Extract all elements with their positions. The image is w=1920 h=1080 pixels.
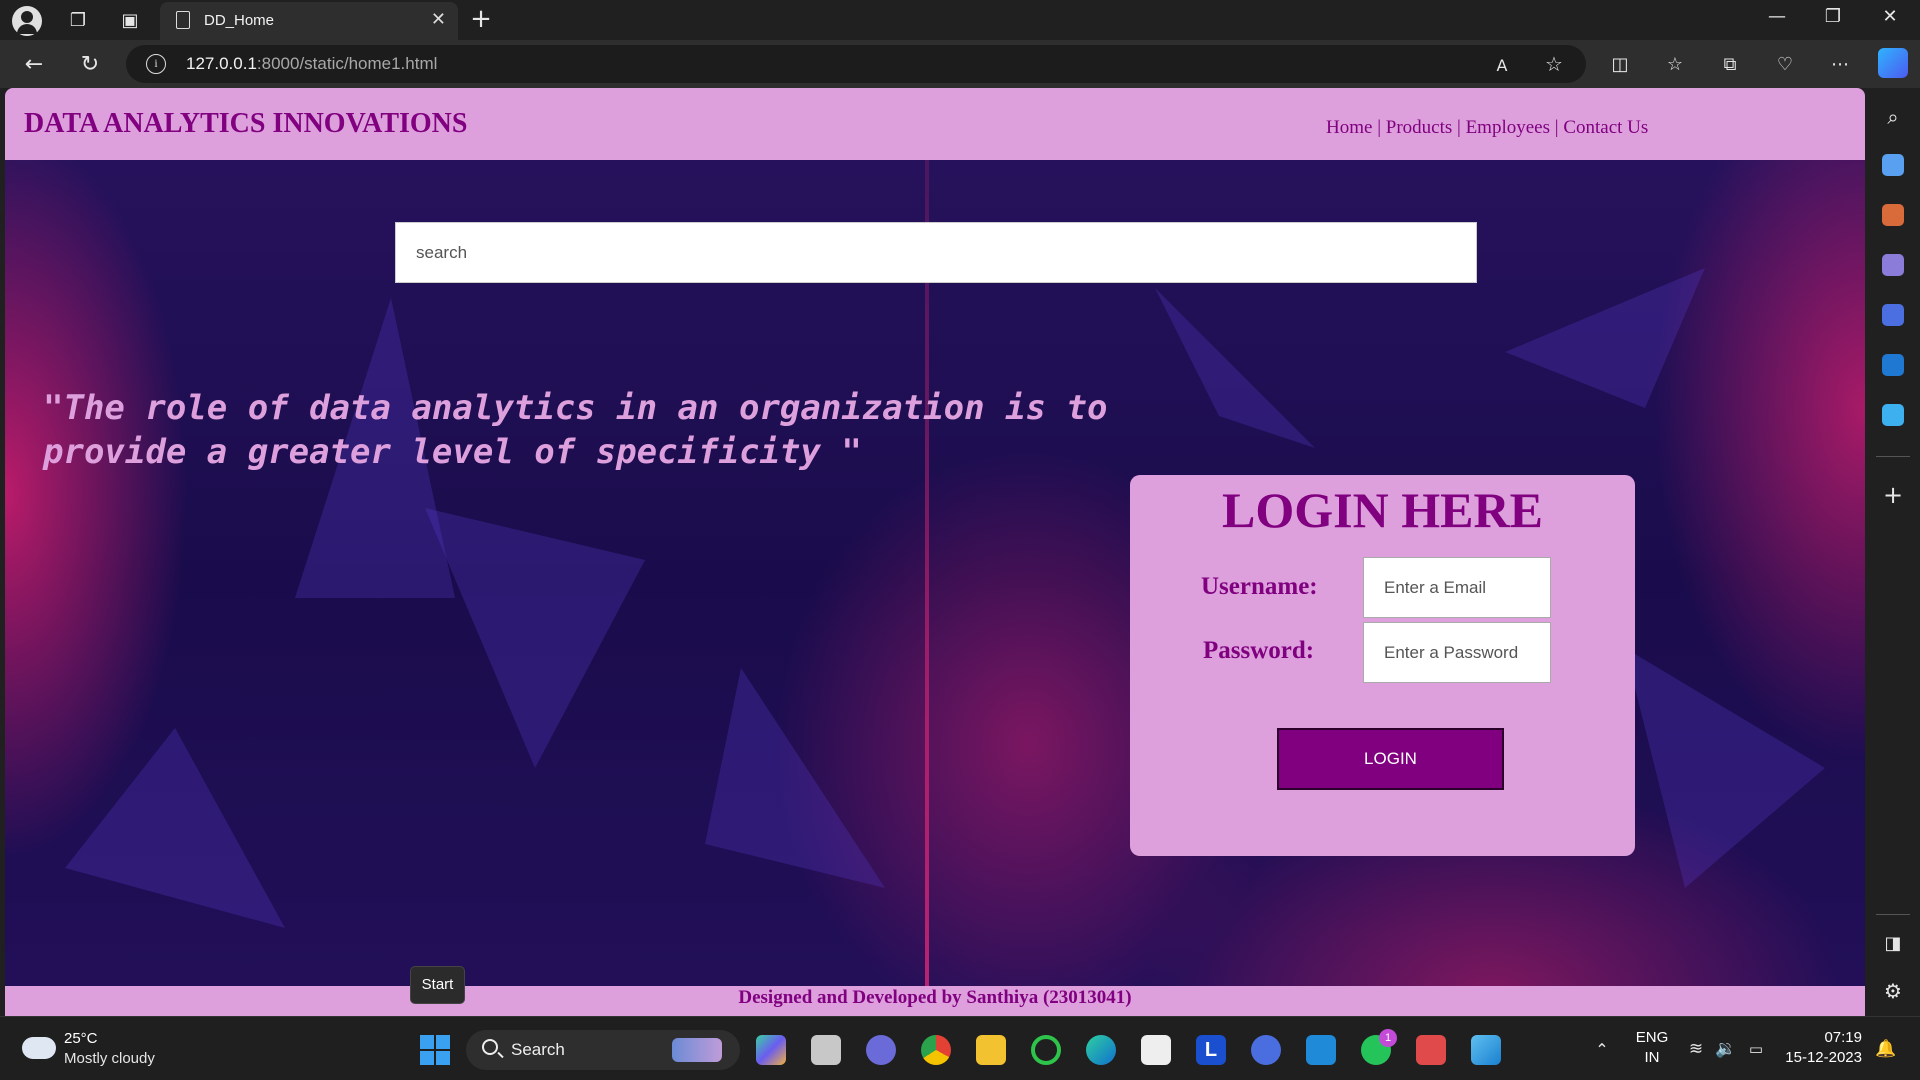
l-app-icon[interactable]: L <box>1196 1035 1226 1065</box>
outlook-icon[interactable] <box>1882 354 1904 376</box>
weather-description[interactable]: Mostly cloudy <box>64 1050 155 1067</box>
clock-time[interactable]: 07:19 <box>1782 1029 1862 1046</box>
region-indicator[interactable]: IN <box>1630 1049 1674 1066</box>
search-icon <box>482 1039 498 1055</box>
password-label: Password: <box>1203 637 1315 664</box>
edge-icon[interactable] <box>1086 1035 1116 1065</box>
sidebar-divider-bottom <box>1876 914 1910 915</box>
taskbar: 25°C Mostly cloudy Search L 1 ⌃ ENG IN ≋… <box>0 1016 1920 1080</box>
split-screen-icon[interactable]: ◫ <box>1606 50 1634 78</box>
url-path: :8000/static/home1.html <box>256 54 438 73</box>
nav-separator: | <box>1554 117 1559 138</box>
password-input[interactable] <box>1363 622 1551 683</box>
snipping-tool-icon[interactable] <box>1416 1035 1446 1065</box>
photos-icon[interactable] <box>1471 1035 1501 1065</box>
microsoft365-icon[interactable] <box>1882 304 1904 326</box>
weather-cloud-icon[interactable] <box>22 1029 56 1059</box>
browser-tab-bar: ❐ ▣ DD_Home ✕ + — ❐ ✕ <box>0 0 1920 40</box>
background-seam <box>925 160 929 994</box>
browser-essentials-icon[interactable]: ♡ <box>1771 50 1799 78</box>
battery-icon[interactable]: ▭ <box>1744 1039 1768 1059</box>
vertical-tabs-icon[interactable]: ▣ <box>116 6 144 34</box>
site-header: DATA ANALYTICS INNOVATIONS Home | Produc… <box>5 88 1865 160</box>
nav-employees[interactable]: Employees <box>1466 117 1550 138</box>
task-view-icon[interactable] <box>811 1035 841 1065</box>
url-host: 127.0.0.1 <box>186 54 257 73</box>
nav-separator: | <box>1457 117 1461 138</box>
web-page: DATA ANALYTICS INNOVATIONS Home | Produc… <box>5 88 1865 1016</box>
wifi-icon[interactable]: ≋ <box>1684 1037 1708 1061</box>
close-tab-icon[interactable]: ✕ <box>431 9 446 30</box>
site-title: DATA ANALYTICS INNOVATIONS <box>24 108 468 139</box>
shopping-icon[interactable] <box>1882 154 1904 176</box>
sidebar-divider <box>1876 456 1910 457</box>
vscode-icon[interactable] <box>1306 1035 1336 1065</box>
copilot-icon[interactable] <box>1878 48 1908 78</box>
site-footer: Designed and Developed by Santhiya (2301… <box>5 986 1865 1016</box>
nav-separator: | <box>1377 117 1381 138</box>
notifications-bell-icon[interactable]: 🔔 <box>1874 1037 1898 1061</box>
login-button[interactable]: LOGIN <box>1277 728 1504 790</box>
profile-icon[interactable] <box>12 6 42 36</box>
new-tab-icon[interactable]: + <box>466 4 496 34</box>
username-label: Username: <box>1201 573 1318 600</box>
show-hidden-icons-icon[interactable]: ⌃ <box>1590 1037 1614 1061</box>
search-input[interactable] <box>395 222 1477 283</box>
circle-app-icon[interactable] <box>1031 1035 1061 1065</box>
search-icon[interactable]: ⌕ <box>1878 102 1908 132</box>
file-explorer-icon[interactable] <box>976 1035 1006 1065</box>
taskbar-search-label: Search <box>511 1040 565 1059</box>
close-window-icon[interactable]: ✕ <box>1870 6 1910 27</box>
refresh-icon[interactable]: ↻ <box>76 50 104 78</box>
nav-contact-us[interactable]: Contact Us <box>1563 117 1648 138</box>
copilot-app-icon[interactable] <box>756 1035 786 1065</box>
clock-date[interactable]: 15-12-2023 <box>1772 1049 1862 1066</box>
back-icon[interactable]: ← <box>20 50 48 78</box>
windows-start-icon[interactable] <box>420 1035 450 1065</box>
read-aloud-icon[interactable]: A <box>1490 53 1514 77</box>
language-indicator[interactable]: ENG <box>1630 1029 1674 1046</box>
volume-icon[interactable]: 🔉 <box>1714 1037 1738 1061</box>
nordvpn-icon[interactable] <box>1251 1035 1281 1065</box>
tab-title: DD_Home <box>204 12 275 29</box>
store-icon[interactable] <box>1141 1035 1171 1065</box>
hide-sidebar-icon[interactable]: ◨ <box>1878 928 1908 958</box>
main-nav: Home | Products | Employees | Contact Us <box>1326 117 1648 139</box>
taskbar-search[interactable]: Search <box>466 1030 740 1070</box>
collections-icon[interactable]: ⧉ <box>1716 50 1744 78</box>
nav-products[interactable]: Products <box>1386 117 1453 138</box>
start-tooltip: Start <box>410 966 465 1004</box>
notification-badge: 1 <box>1379 1029 1397 1047</box>
restore-icon[interactable]: ❐ <box>1813 6 1853 27</box>
workspaces-icon[interactable]: ❐ <box>64 6 92 34</box>
teams-icon[interactable] <box>866 1035 896 1065</box>
nav-home[interactable]: Home <box>1326 117 1372 138</box>
login-title: LOGIN HERE <box>1222 482 1543 538</box>
add-sidebar-app-icon[interactable]: + <box>1878 480 1908 510</box>
minimize-icon[interactable]: — <box>1757 6 1797 27</box>
favorite-star-icon[interactable]: ☆ <box>1542 52 1566 76</box>
quote-text: "The role of data analytics in an organi… <box>43 388 1108 472</box>
drop-icon[interactable] <box>1882 404 1904 426</box>
address-toolbar: ← ↻ i 127.0.0.1:8000/static/home1.html A… <box>0 40 1920 88</box>
tools-icon[interactable] <box>1882 204 1904 226</box>
whatsapp-icon[interactable]: 1 <box>1361 1029 1397 1065</box>
url-text[interactable]: 127.0.0.1:8000/static/home1.html <box>186 54 437 74</box>
games-icon[interactable] <box>1882 254 1904 276</box>
login-panel: LOGIN HERE Username: Password: LOGIN <box>1130 475 1635 856</box>
search-highlight-icon <box>672 1038 722 1062</box>
more-options-icon[interactable]: ⋯ <box>1826 50 1854 78</box>
weather-temperature[interactable]: 25°C <box>64 1030 98 1047</box>
site-info-icon[interactable]: i <box>146 54 166 74</box>
browser-tab[interactable]: DD_Home ✕ <box>160 2 458 40</box>
favorites-icon[interactable]: ☆ <box>1661 50 1689 78</box>
page-icon <box>176 11 190 29</box>
address-bar[interactable]: i 127.0.0.1:8000/static/home1.html A ☆ <box>126 45 1586 83</box>
username-input[interactable] <box>1363 557 1551 618</box>
settings-gear-icon[interactable]: ⚙ <box>1878 976 1908 1006</box>
edge-sidebar: ⌕ + ◨ ⚙ <box>1866 88 1920 1016</box>
chrome-icon[interactable] <box>921 1035 951 1065</box>
